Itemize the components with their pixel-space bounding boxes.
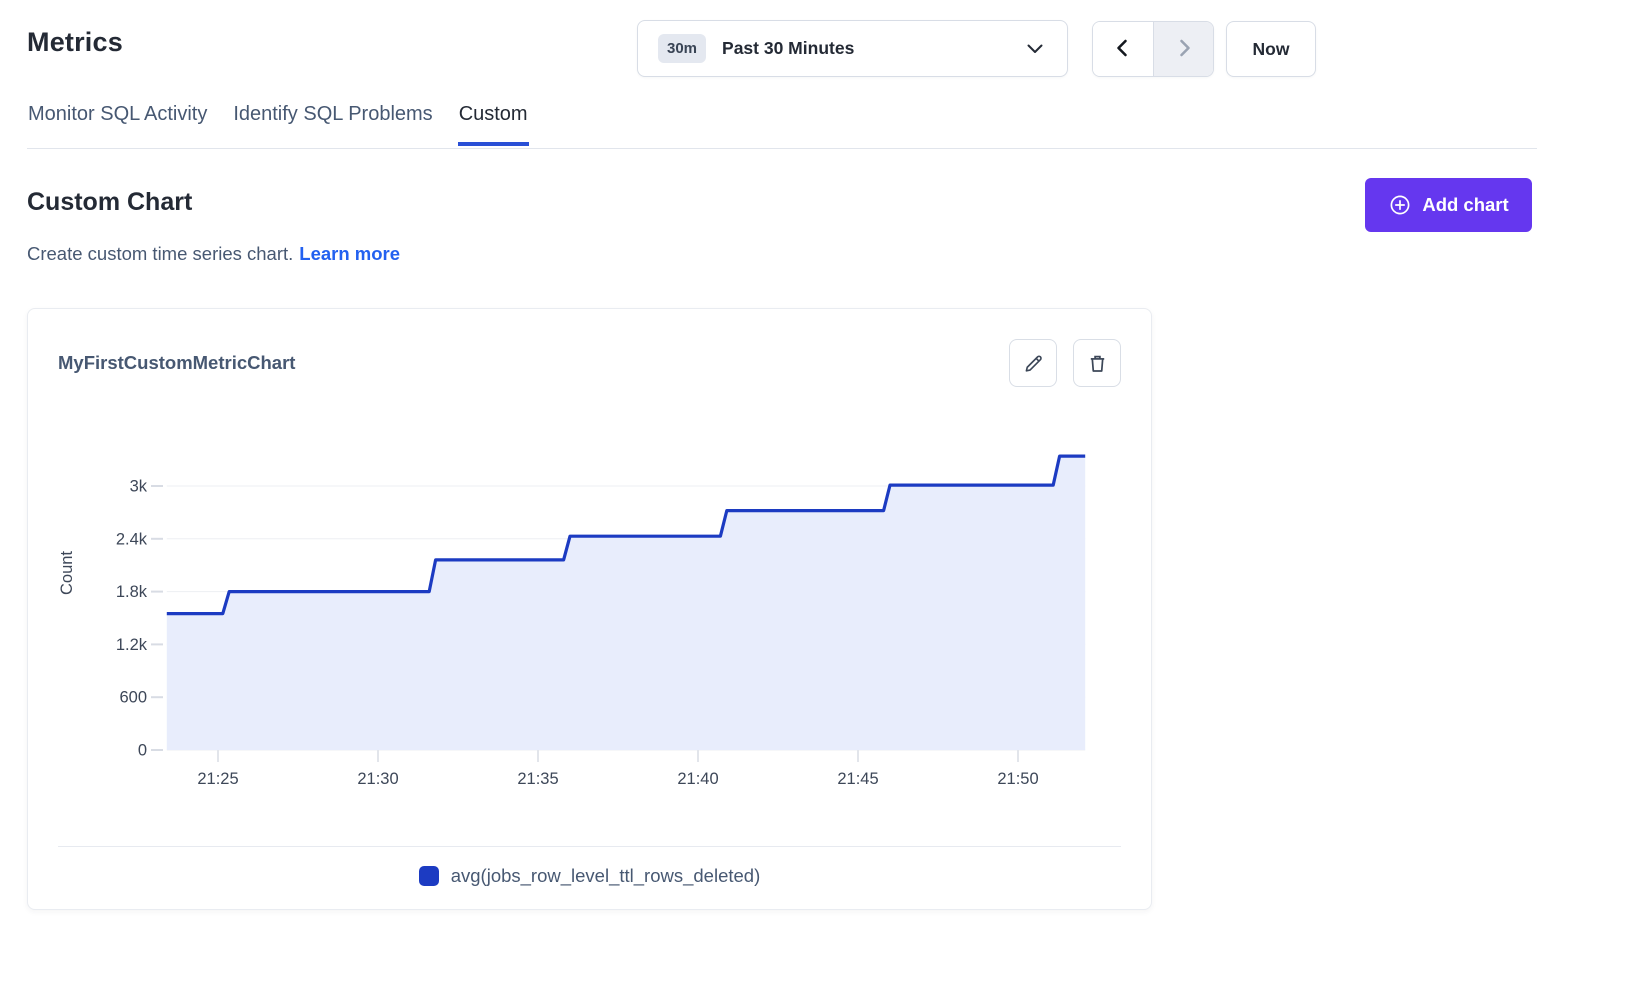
custom-chart-plot[interactable]: 0 600 1.2k 1.8k 2.4k 3k 21:25 21:30 21:35 21:40 21… (28, 413, 1151, 803)
prev-time-button[interactable] (1093, 22, 1153, 76)
section-subtitle: Create custom time series chart. Learn mo… (27, 243, 400, 265)
svg-text:21:25: 21:25 (197, 770, 238, 788)
svg-text:3k: 3k (130, 478, 148, 496)
svg-text:1.8k: 1.8k (116, 583, 148, 601)
subtitle-text: Create custom time series chart. (27, 243, 293, 264)
time-range-label: Past 30 Minutes (722, 38, 854, 59)
section-title: Custom Chart (27, 188, 192, 217)
tab-identify-sql-problems[interactable]: Identify SQL Problems (232, 103, 433, 146)
tab-custom[interactable]: Custom (458, 103, 529, 146)
add-chart-label: Add chart (1422, 194, 1508, 216)
pencil-icon (1022, 352, 1045, 375)
svg-text:21:30: 21:30 (357, 770, 398, 788)
time-nav-group (1092, 21, 1214, 77)
svg-text:0: 0 (138, 742, 147, 760)
svg-text:1.2k: 1.2k (116, 636, 148, 654)
page-title: Metrics (27, 27, 123, 58)
svg-text:600: 600 (119, 689, 147, 707)
time-range-dropdown[interactable]: 30m Past 30 Minutes (637, 20, 1068, 77)
plus-circle-icon (1388, 193, 1412, 217)
chart-legend[interactable]: avg(jobs_row_level_ttl_rows_deleted) (28, 865, 1151, 887)
tabs-divider (27, 148, 1537, 149)
learn-more-link[interactable]: Learn more (299, 243, 400, 264)
delete-chart-button[interactable] (1073, 339, 1121, 387)
svg-text:Count: Count (58, 551, 76, 595)
metrics-tabs: Monitor SQL Activity Identify SQL Proble… (27, 103, 529, 146)
chevron-left-icon (1112, 37, 1134, 62)
time-range-badge: 30m (658, 34, 706, 63)
edit-chart-button[interactable] (1009, 339, 1057, 387)
svg-text:21:40: 21:40 (677, 770, 718, 788)
add-chart-button[interactable]: Add chart (1365, 178, 1532, 232)
chart-actions (1009, 339, 1121, 387)
svg-text:21:35: 21:35 (517, 770, 558, 788)
now-button[interactable]: Now (1226, 21, 1316, 77)
svg-text:2.4k: 2.4k (116, 530, 148, 548)
tab-monitor-sql-activity[interactable]: Monitor SQL Activity (27, 103, 208, 146)
legend-swatch (419, 866, 439, 886)
svg-text:21:45: 21:45 (837, 770, 878, 788)
legend-label: avg(jobs_row_level_ttl_rows_deleted) (451, 865, 761, 887)
chevron-right-icon (1173, 37, 1195, 62)
chevron-down-icon (1027, 44, 1043, 54)
card-divider (58, 846, 1121, 847)
chart-card-header: MyFirstCustomMetricChart (28, 309, 1151, 387)
chart-title: MyFirstCustomMetricChart (58, 352, 295, 374)
trash-icon (1086, 352, 1109, 375)
next-time-button[interactable] (1153, 22, 1213, 76)
chart-card: MyFirstCustomMetricChart 0 600 1.2k 1.8k 2.4… (27, 308, 1152, 910)
svg-text:21:50: 21:50 (997, 770, 1038, 788)
